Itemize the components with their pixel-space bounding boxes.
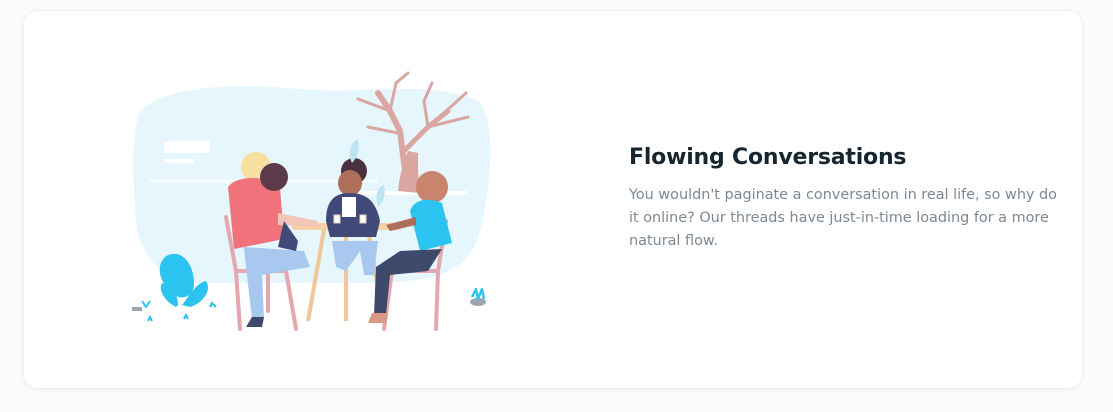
people-at-table-illustration (128, 71, 498, 341)
sprout-icon (141, 300, 151, 309)
mug (333, 214, 341, 224)
sprout-icon (147, 314, 153, 322)
feature-description: You wouldn't paginate a conversation in … (629, 187, 1057, 249)
mug (359, 214, 367, 224)
feature-card: Flowing Conversations You wouldn't pagin… (24, 11, 1082, 388)
sprout-icon (209, 301, 217, 308)
feature-title: Flowing Conversations (629, 145, 907, 170)
sprout-icon (183, 312, 189, 320)
cloud-streak (164, 141, 210, 153)
feature-text: Flowing Conversations You wouldn't pagin… (629, 145, 1069, 253)
cloud-streak (164, 159, 194, 163)
conversation-illustration-svg (132, 71, 491, 331)
sprout-icon (470, 287, 486, 301)
